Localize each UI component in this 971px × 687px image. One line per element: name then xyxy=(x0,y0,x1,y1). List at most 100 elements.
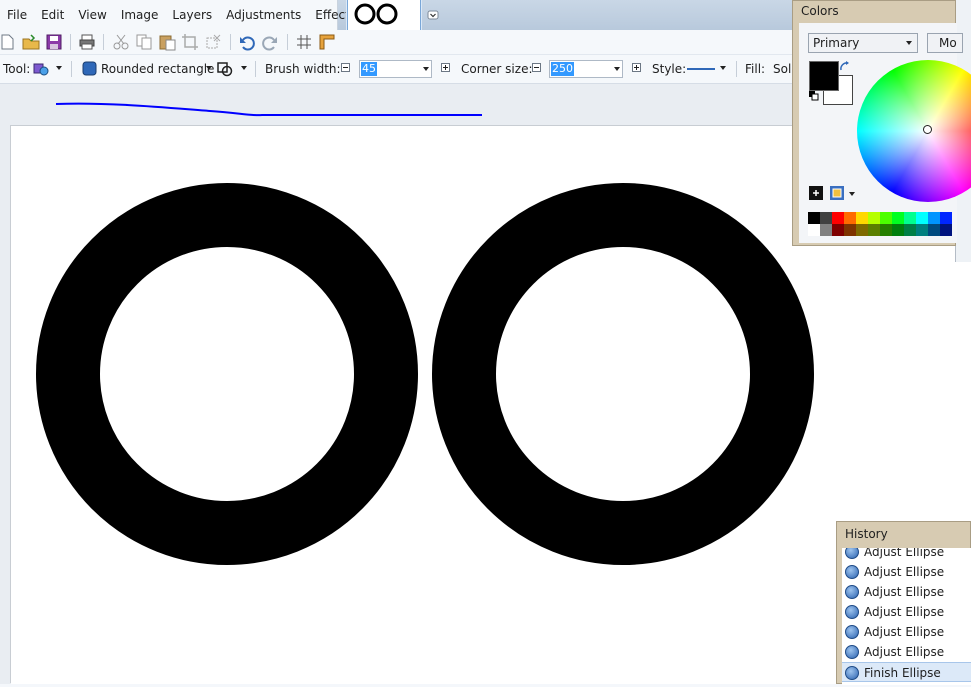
chevron-down-icon[interactable] xyxy=(906,41,912,45)
palette-swatch[interactable] xyxy=(868,224,880,236)
stray-line-stroke xyxy=(55,102,482,117)
history-item-label: Adjust Ellipse xyxy=(864,565,945,579)
primary-color-swatch[interactable] xyxy=(809,61,839,91)
more-button[interactable]: Mo xyxy=(927,33,963,53)
color-mode-value: Primary xyxy=(813,36,860,50)
palette-swatch[interactable] xyxy=(916,212,928,224)
tool-options-bar: Tool: Rounded rectangle Brush width: 45 … xyxy=(0,55,800,84)
open-icon[interactable] xyxy=(22,33,40,51)
cut-icon[interactable] xyxy=(112,33,130,51)
ellipse-history-icon xyxy=(845,625,859,639)
palette-swatch[interactable] xyxy=(832,224,844,236)
chevron-down-icon[interactable] xyxy=(206,66,212,70)
history-item[interactable]: Adjust Ellipse xyxy=(842,562,971,582)
palette-swatch[interactable] xyxy=(832,212,844,224)
brush-width-label: Brush width: xyxy=(265,62,341,76)
palette-swatch[interactable] xyxy=(892,224,904,236)
copy-icon[interactable] xyxy=(135,33,153,51)
shapes-tool-icon[interactable] xyxy=(33,61,49,77)
history-item[interactable]: Adjust Ellipse xyxy=(842,622,971,642)
history-item[interactable]: Adjust Ellipse xyxy=(842,548,971,562)
menu-view[interactable]: View xyxy=(71,0,113,30)
palette-swatch[interactable] xyxy=(940,212,952,224)
palette-swatch[interactable] xyxy=(820,212,832,224)
palette-swatch[interactable] xyxy=(880,224,892,236)
palette-swatch[interactable] xyxy=(928,224,940,236)
palette-swatch[interactable] xyxy=(808,212,820,224)
menu-edit[interactable]: Edit xyxy=(34,0,71,30)
brush-width-field[interactable]: 45 xyxy=(359,60,432,78)
history-item-label: Finish Ellipse xyxy=(864,666,941,680)
palette-swatch[interactable] xyxy=(856,224,868,236)
palette-swatch[interactable] xyxy=(916,224,928,236)
deselect-icon[interactable] xyxy=(204,33,222,51)
corner-size-label: Corner size: xyxy=(461,62,533,76)
palette-swatch[interactable] xyxy=(868,212,880,224)
ruler-icon[interactable] xyxy=(318,33,336,51)
chevron-down-icon[interactable] xyxy=(720,66,726,70)
brush-width-decrease[interactable] xyxy=(341,63,350,72)
reset-colors-icon[interactable] xyxy=(809,91,819,101)
palette-swatch[interactable] xyxy=(808,224,820,236)
corner-size-decrease[interactable] xyxy=(532,63,541,72)
palette-swatch[interactable] xyxy=(928,212,940,224)
ellipse-history-icon xyxy=(845,585,859,599)
separator xyxy=(230,34,231,50)
history-panel: History Adjust Ellipse Adjust Ellipse Adju… xyxy=(836,521,971,685)
line-style-preview[interactable] xyxy=(687,68,715,70)
history-item[interactable]: Finish Ellipse xyxy=(842,662,971,682)
history-item[interactable]: Adjust Ellipse xyxy=(842,642,971,662)
redo-icon[interactable] xyxy=(261,33,279,51)
palette-swatch[interactable] xyxy=(880,212,892,224)
ellipse-history-icon xyxy=(845,645,859,659)
paste-icon[interactable] xyxy=(158,33,176,51)
menu-image[interactable]: Image xyxy=(114,0,166,30)
color-wheel-cursor[interactable] xyxy=(923,125,932,134)
corner-size-increase[interactable] xyxy=(632,63,641,72)
menu-file[interactable]: File xyxy=(0,0,34,30)
history-item-label: Adjust Ellipse xyxy=(864,548,945,559)
palette-swatch[interactable] xyxy=(844,224,856,236)
chevron-down-icon[interactable] xyxy=(241,66,247,70)
palette-swatch[interactable] xyxy=(904,212,916,224)
new-icon[interactable] xyxy=(0,33,16,51)
chevron-down-icon[interactable] xyxy=(56,66,62,70)
tab-list-icon[interactable] xyxy=(427,9,439,21)
swap-colors-icon[interactable] xyxy=(839,61,851,73)
shape-type-label[interactable]: Rounded rectangle xyxy=(101,55,214,83)
colors-panel-body: Primary Mo xyxy=(799,23,971,243)
chevron-down-icon[interactable] xyxy=(849,192,855,196)
palette-swatch[interactable] xyxy=(904,224,916,236)
colors-panel-title: Colors xyxy=(801,4,839,18)
corner-size-field[interactable]: 250 xyxy=(549,60,623,78)
brush-width-increase[interactable] xyxy=(441,63,450,72)
color-wheel[interactable] xyxy=(857,60,971,202)
palette-swatch[interactable] xyxy=(856,212,868,224)
menu-adjustments[interactable]: Adjustments xyxy=(219,0,308,30)
palette-swatch[interactable] xyxy=(892,212,904,224)
shape-draw-type-icon[interactable] xyxy=(216,61,234,77)
separator xyxy=(287,34,288,50)
brush-width-value: 45 xyxy=(361,62,377,76)
chevron-down-icon[interactable] xyxy=(614,67,620,71)
undo-icon[interactable] xyxy=(238,33,256,51)
save-icon[interactable] xyxy=(45,33,63,51)
palette-swatch[interactable] xyxy=(940,224,952,236)
palette-menu-icon[interactable] xyxy=(830,186,844,200)
menu-layers[interactable]: Layers xyxy=(165,0,219,30)
history-item[interactable]: Adjust Ellipse xyxy=(842,602,971,622)
chevron-down-icon[interactable] xyxy=(423,67,429,71)
crop-icon[interactable] xyxy=(181,33,199,51)
palette-swatch[interactable] xyxy=(820,224,832,236)
palette-swatch[interactable] xyxy=(844,212,856,224)
ellipse-history-icon xyxy=(845,605,859,619)
ellipse-history-icon xyxy=(845,548,859,559)
grid-icon[interactable] xyxy=(295,33,313,51)
history-item[interactable]: Adjust Ellipse xyxy=(842,582,971,602)
add-to-palette-icon[interactable] xyxy=(809,186,823,200)
color-mode-select[interactable]: Primary xyxy=(808,33,918,53)
color-palette xyxy=(808,212,952,236)
print-icon[interactable] xyxy=(78,33,96,51)
history-list: Adjust Ellipse Adjust Ellipse Adjust Ellip… xyxy=(842,548,971,685)
thumbnail-preview xyxy=(354,3,398,25)
